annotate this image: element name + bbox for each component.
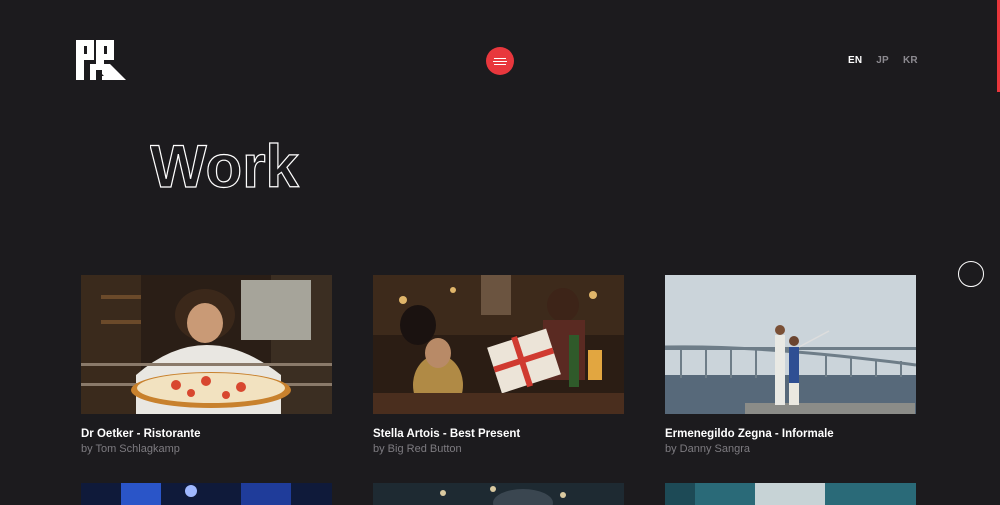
work-thumbnail[interactable] <box>373 483 624 505</box>
work-thumbnail[interactable] <box>81 275 332 414</box>
page: EN JP KR Work Dr Oetker - Ristorante by … <box>0 0 1000 505</box>
work-card-dr-oetker[interactable]: Dr Oetker - Ristorante by Tom Schlagkamp <box>81 275 332 455</box>
work-thumbnail[interactable] <box>373 275 624 414</box>
work-thumbnail[interactable] <box>81 483 332 505</box>
language-jp[interactable]: JP <box>876 55 889 66</box>
work-card-ermenegildo-zegna[interactable]: Ermenegildo Zegna - Informale by Danny S… <box>665 275 916 455</box>
language-kr[interactable]: KR <box>903 55 918 66</box>
work-title[interactable]: Stella Artois - Best Present <box>373 428 624 440</box>
page-title: Work <box>150 132 300 200</box>
language-switcher: EN JP KR <box>848 55 918 66</box>
work-credit: by Danny Sangra <box>665 443 750 455</box>
menu-icon-line <box>494 58 506 59</box>
work-credit: by Big Red Button <box>373 443 462 455</box>
menu-icon-line <box>493 61 507 62</box>
work-credit: by Tom Schlagkamp <box>81 443 180 455</box>
work-title[interactable]: Dr Oetker - Ristorante <box>81 428 332 440</box>
menu-button[interactable] <box>486 47 514 75</box>
svg-text:Work: Work <box>150 133 300 200</box>
work-thumbnail[interactable] <box>665 483 916 505</box>
work-card-stella-artois[interactable]: Stella Artois - Best Present by Big Red … <box>373 275 624 455</box>
work-thumbnail[interactable] <box>665 275 916 414</box>
work-title[interactable]: Ermenegildo Zegna - Informale <box>665 428 916 440</box>
menu-icon-line <box>494 64 506 65</box>
site-logo[interactable] <box>76 40 126 80</box>
language-en[interactable]: EN <box>848 55 862 66</box>
cursor-ring <box>958 261 984 287</box>
